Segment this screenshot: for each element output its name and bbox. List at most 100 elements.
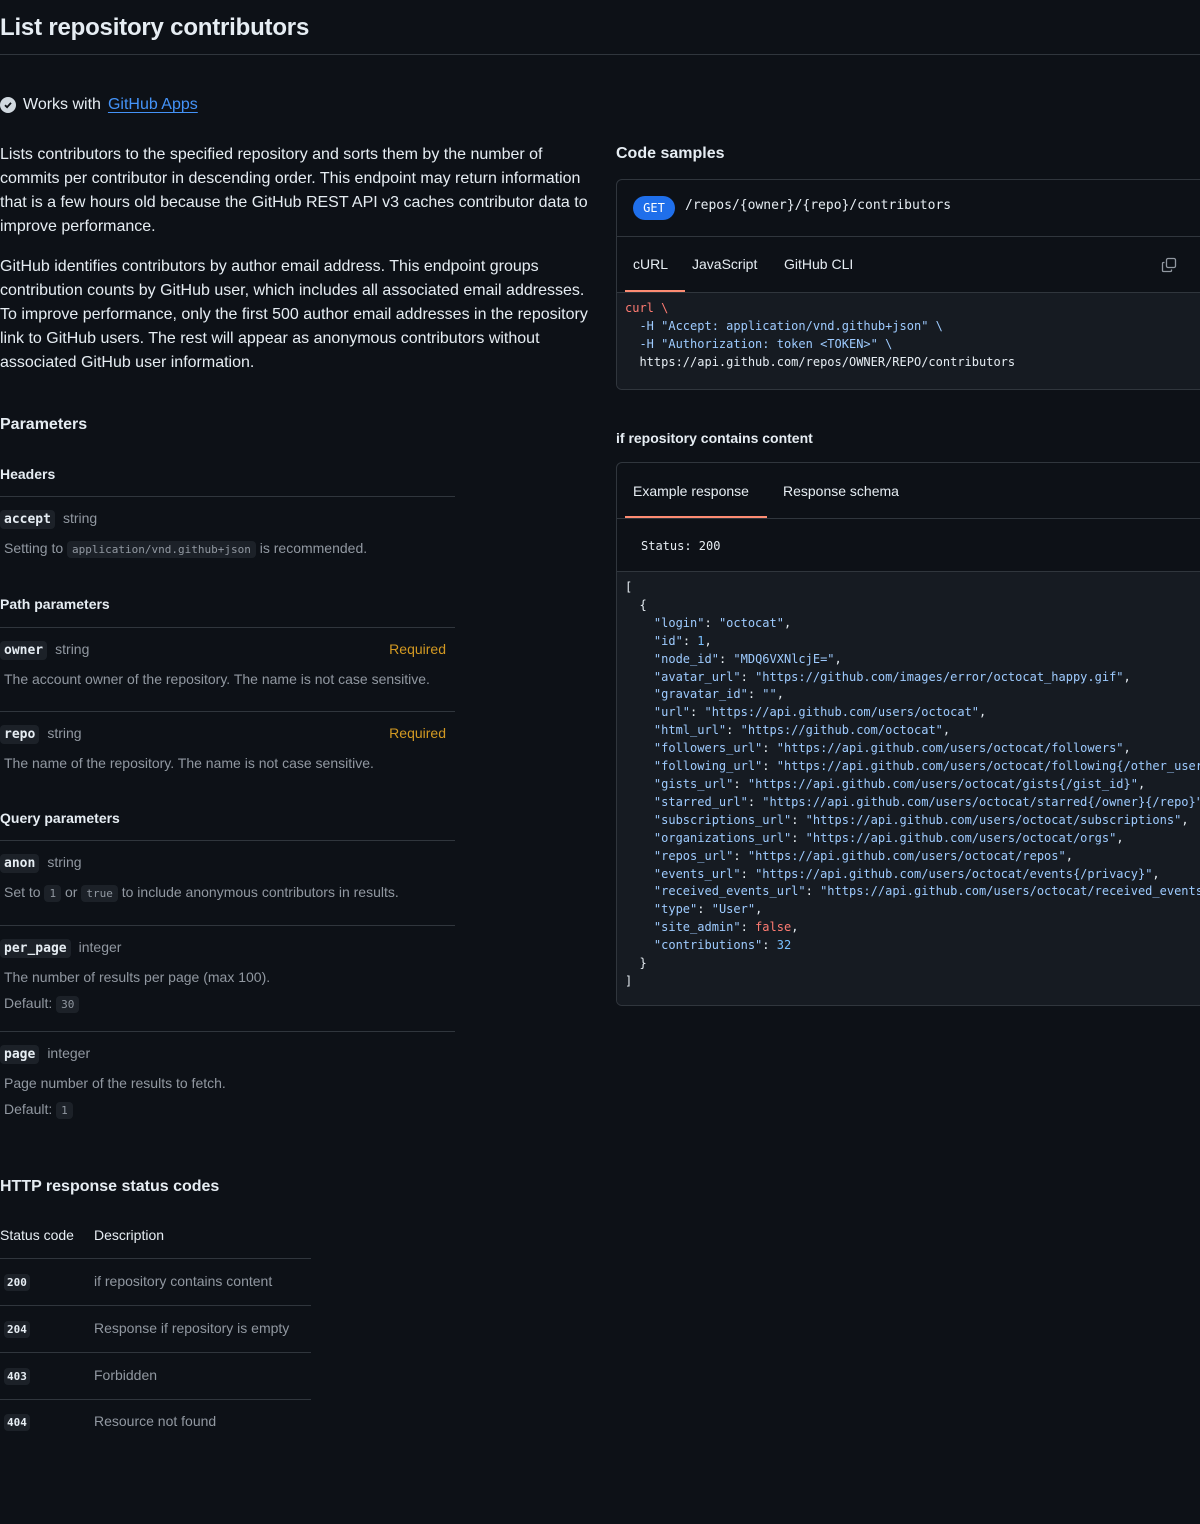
json-value: "octocat" xyxy=(718,615,784,630)
response-heading: if repository contains content xyxy=(616,430,813,446)
json-key: "html_url" xyxy=(653,723,727,738)
json-key: "following_url" xyxy=(653,759,763,774)
param-desc-text: or xyxy=(65,884,78,900)
json-value: "https://api.github.com/users/octocat" xyxy=(704,705,980,720)
json-value: 1 xyxy=(697,633,705,648)
json-value: "https://api.github.com/users/octocat/or… xyxy=(805,830,1117,845)
json-value: "https://api.github.com/users/octocat/re… xyxy=(747,848,1066,863)
param-description: Set to 1 or true to include anonymous co… xyxy=(4,884,446,902)
path-parameters-heading: Path parameters xyxy=(0,596,110,612)
json-value: "User" xyxy=(711,902,756,917)
divider xyxy=(0,840,455,841)
status-code: 200 xyxy=(4,1274,30,1291)
json-value: "https://api.github.com/users/octocat/re… xyxy=(820,884,1200,899)
json-key: "events_url" xyxy=(653,866,741,881)
inline-code: 1 xyxy=(44,885,62,902)
response-json-block: [ { "login": "octocat", "id": 1, "node_i… xyxy=(617,572,1200,1005)
param-type: string xyxy=(47,854,82,870)
json-key: "starred_url" xyxy=(653,794,748,809)
works-with-row: Works with GitHub Apps xyxy=(0,96,198,114)
param-name: per_page xyxy=(0,939,71,958)
default-value: 1 xyxy=(56,1102,73,1119)
param-desc-text: is recommended. xyxy=(259,540,368,556)
tab-example-response[interactable]: Example response xyxy=(633,483,749,499)
json-key: "site_admin" xyxy=(653,920,741,935)
description-paragraph-1: Lists contributors to the specified repo… xyxy=(0,146,588,235)
works-with-label: Works with xyxy=(23,96,101,113)
param-description: The account owner of the repository. The… xyxy=(4,671,430,687)
json-bracket: [ { xyxy=(625,580,647,612)
param-desc-text: to include anonymous contributors in res… xyxy=(121,884,399,900)
json-value: "https://github.com/images/error/octocat… xyxy=(755,669,1124,684)
code-samples-panel: GET /repos/{owner}/{repo}/contributors c… xyxy=(616,179,1200,390)
code-line: -H "Accept: application/vnd.github+json"… xyxy=(625,318,943,333)
param-description: The name of the repository. The name is … xyxy=(4,755,374,771)
response-status: Status: 200 xyxy=(641,539,721,553)
divider xyxy=(617,518,1200,519)
inline-code: true xyxy=(81,885,118,902)
parameters-heading: Parameters xyxy=(0,416,88,433)
curl-code-block: curl \ -H "Accept: application/vnd.githu… xyxy=(617,293,1200,389)
inline-code: application/vnd.github+json xyxy=(67,541,256,558)
json-value: "https://api.github.com/users/octocat/st… xyxy=(762,794,1200,809)
status-code: 403 xyxy=(4,1368,30,1385)
tab-response-schema[interactable]: Response schema xyxy=(783,483,899,499)
default-label: Default: xyxy=(4,995,53,1011)
json-key: "organizations_url" xyxy=(653,830,792,845)
param-description: Page number of the results to fetch. xyxy=(4,1075,226,1091)
status-description: Response if repository is empty xyxy=(94,1320,290,1336)
json-value: "https://api.github.com/users/octocat/fo… xyxy=(776,759,1200,774)
json-key: "avatar_url" xyxy=(653,669,741,684)
page-title: List repository contributors xyxy=(0,14,310,41)
json-key: "node_id" xyxy=(653,651,719,666)
endpoint-path: /repos/{owner}/{repo}/contributors xyxy=(685,198,952,213)
json-key: "followers_url" xyxy=(653,741,763,756)
required-badge: Required xyxy=(389,725,446,741)
param-per-page: per_page integer The number of results pe… xyxy=(0,939,446,1013)
status-description: if repository contains content xyxy=(94,1273,273,1289)
code-line: https://api.github.com/repos/OWNER/REPO/… xyxy=(625,354,1016,369)
default-value: 30 xyxy=(56,996,80,1013)
json-key: "contributions" xyxy=(653,938,763,953)
param-name: owner xyxy=(0,641,48,660)
json-value: "https://api.github.com/users/octocat/fo… xyxy=(776,741,1124,756)
param-accept: accept string Setting to application/vnd.… xyxy=(0,510,446,558)
divider xyxy=(0,1031,455,1032)
code-samples-heading: Code samples xyxy=(616,145,725,162)
query-parameters-heading: Query parameters xyxy=(0,810,120,826)
tab-github-cli[interactable]: GitHub CLI xyxy=(784,256,853,272)
title-divider xyxy=(0,54,1200,55)
github-apps-link[interactable]: GitHub Apps xyxy=(108,96,198,114)
response-json: [ { "login": "octocat", "id": 1, "node_i… xyxy=(625,579,1200,991)
copy-icon[interactable] xyxy=(1161,257,1177,273)
divider xyxy=(0,711,455,712)
status-description: Resource not found xyxy=(94,1413,217,1429)
table-row: 204 Response if repository is empty xyxy=(0,1306,311,1353)
json-key: "subscriptions_url" xyxy=(653,812,792,827)
headers-heading: Headers xyxy=(0,466,56,482)
json-value: "https://api.github.com/users/octocat/su… xyxy=(805,812,1182,827)
json-key: "url" xyxy=(653,705,691,720)
json-bracket: } ] xyxy=(625,956,647,988)
divider xyxy=(0,627,455,628)
table-row: 200 if repository contains content xyxy=(0,1259,311,1306)
json-value: "https://api.github.com/users/octocat/ev… xyxy=(755,866,1153,881)
param-type: string xyxy=(55,641,90,657)
status-description: Forbidden xyxy=(94,1367,158,1383)
param-name: anon xyxy=(0,854,40,873)
param-type: integer xyxy=(78,939,122,955)
json-value: "https://github.com/octocat" xyxy=(740,723,943,738)
param-desc-text: Setting to xyxy=(4,540,64,556)
status-codes-heading: HTTP response status codes xyxy=(0,1178,220,1195)
table-row: 403 Forbidden xyxy=(0,1353,311,1400)
param-name: page xyxy=(0,1045,40,1064)
tab-curl[interactable]: cURL xyxy=(633,256,668,272)
json-key: "login" xyxy=(653,615,705,630)
param-repo: repo string Required The name of the repo… xyxy=(0,725,446,771)
default-label: Default: xyxy=(4,1101,53,1117)
tab-javascript[interactable]: JavaScript xyxy=(692,256,757,272)
json-key: "id" xyxy=(653,633,683,648)
param-name: accept xyxy=(0,510,55,529)
json-key: "repos_url" xyxy=(653,848,734,863)
status-code: 204 xyxy=(4,1321,30,1338)
